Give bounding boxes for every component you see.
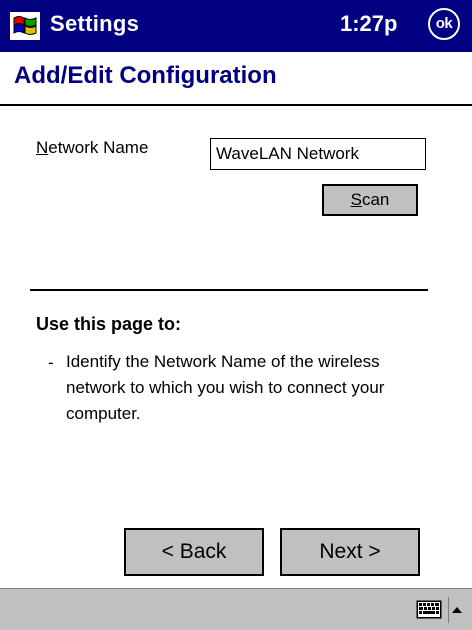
clock[interactable]: 1:27p [340,11,397,37]
scan-accelerator: S [350,190,362,209]
keyboard-button[interactable] [416,600,442,619]
page-title: Add/Edit Configuration [14,62,277,89]
help-heading: Use this page to: [36,314,182,334]
keyboard-icon [416,600,442,619]
network-name-label: Network Name [36,138,148,158]
back-button[interactable]: < Back [124,528,264,576]
app-title: Settings [50,11,140,36]
network-name-label-accelerator: N [36,138,49,157]
command-bar [0,588,472,630]
network-name-label-text: etwork Name [48,138,149,157]
heading-divider [0,104,472,106]
title-bar: Settings 1:27p ok [0,0,472,52]
section-divider [30,289,428,291]
start-menu-button[interactable] [10,12,40,40]
input-panel-toggle[interactable] [448,597,464,623]
arrow-up-icon [452,607,462,613]
network-name-input[interactable] [210,138,426,170]
help-text: Identify the Network Name of the wireles… [66,352,385,423]
scan-label-text: can [361,190,390,209]
pocketpc-screen: Settings 1:27p ok Add/Edit Configuration… [0,0,472,630]
scan-button[interactable]: Scan [322,184,418,216]
ok-button[interactable]: ok [428,8,460,40]
windows-flag-icon [10,12,40,40]
next-button[interactable]: Next > [280,528,420,576]
help-bullet: - [48,353,54,372]
